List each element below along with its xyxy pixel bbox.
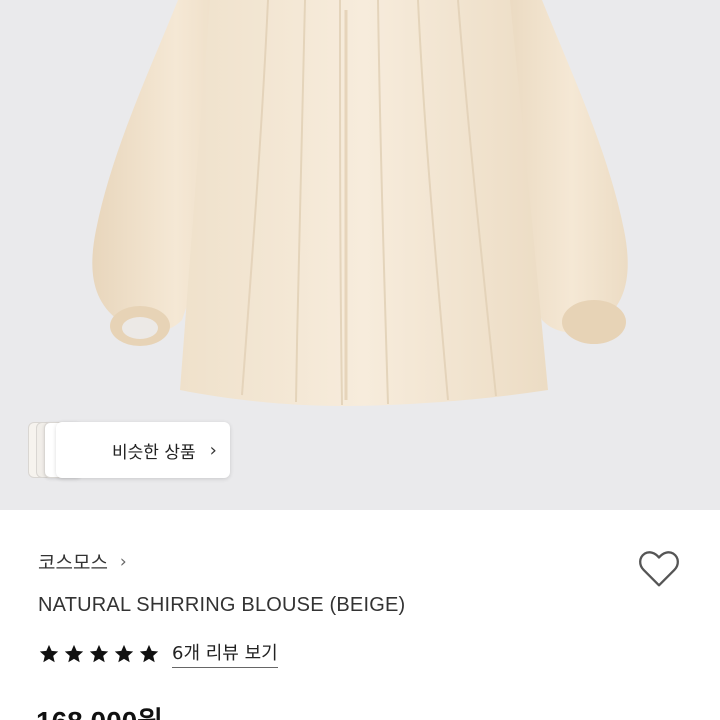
heart-outline-icon[interactable]: [636, 546, 682, 592]
star-filled-icon: [114, 644, 134, 662]
store-name: 코스모스: [38, 552, 108, 574]
product-title: NATURAL SHIRRING BLOUSE (BEIGE): [38, 594, 406, 616]
chevron-right-icon: ›: [119, 551, 127, 572]
star-filled-icon: [64, 644, 84, 662]
similar-products-button[interactable]: 비슷한 상품 ›: [28, 422, 232, 478]
star-filled-icon: [139, 644, 159, 662]
product-info: 코스모스 › NATURAL SHIRRING BLOUSE (BEIGE) 6…: [0, 510, 720, 720]
star-rating: [38, 643, 160, 665]
similar-products-label-box[interactable]: 비슷한 상품 ›: [56, 422, 230, 478]
product-image[interactable]: 비슷한 상품 ›: [0, 0, 720, 510]
store-link[interactable]: 코스모스 ›: [38, 548, 127, 575]
star-filled-icon: [39, 644, 59, 662]
similar-products-label: 비슷한 상품: [112, 442, 196, 463]
rating-row: 6개 리뷰 보기: [38, 639, 278, 668]
star-filled-icon: [89, 644, 109, 662]
price: 168,000원: [36, 700, 163, 720]
review-link[interactable]: 6개 리뷰 보기: [172, 639, 278, 668]
chevron-right-icon: ›: [209, 439, 217, 461]
